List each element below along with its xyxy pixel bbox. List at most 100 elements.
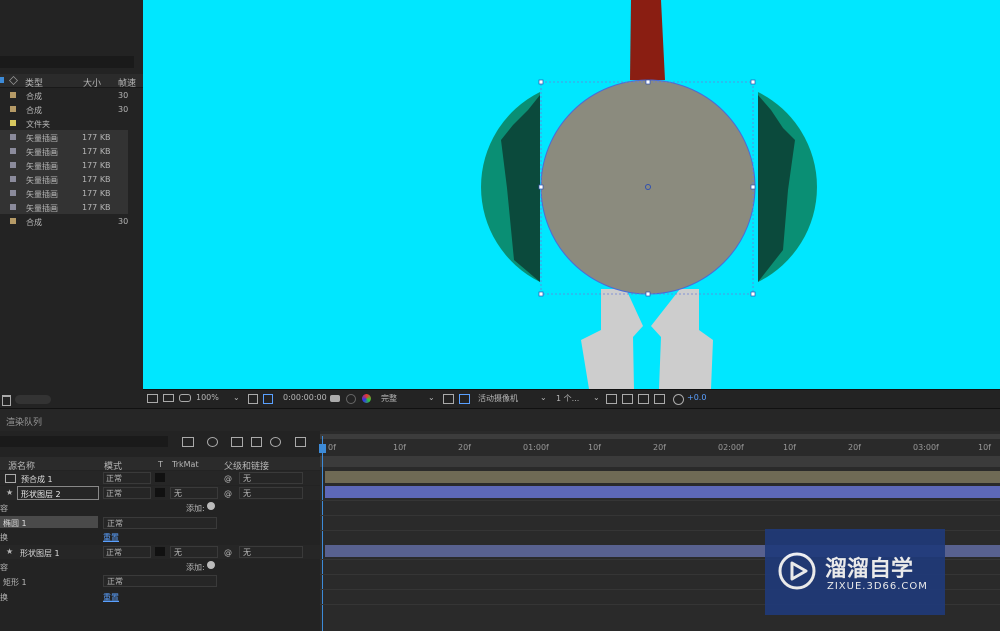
grid-guides-icon[interactable]	[248, 394, 258, 404]
layer-row[interactable]: 预合成 1 正常 @ 无	[0, 471, 320, 485]
label-color-swatch[interactable]	[10, 190, 16, 196]
always-preview-icon[interactable]	[147, 394, 158, 403]
blend-mode-dropdown[interactable]: 正常	[103, 546, 151, 558]
playhead-line[interactable]	[322, 436, 323, 631]
fast-draft-icon[interactable]	[622, 394, 633, 404]
label-color-swatch[interactable]	[10, 106, 16, 112]
bit-depth-button[interactable]	[15, 395, 51, 404]
column-trkmat[interactable]: TrkMat	[172, 460, 199, 469]
column-t[interactable]: T	[158, 460, 163, 469]
work-area-bar[interactable]	[320, 434, 1000, 439]
blend-mode-dropdown[interactable]: 正常	[103, 487, 151, 499]
add-label: 添加:	[186, 504, 205, 513]
project-item[interactable]: 合成 30	[0, 214, 128, 228]
project-item[interactable]: 矢量插画 177 KB	[0, 200, 128, 214]
exposure-reset-icon[interactable]	[673, 394, 684, 405]
view-layout-dropdown[interactable]: 1 个...	[556, 393, 579, 404]
composition-viewer[interactable]	[143, 0, 1000, 389]
trash-icon[interactable]	[2, 395, 11, 406]
monitor-icon[interactable]	[163, 394, 174, 402]
chevron-down-icon[interactable]: ⌄	[593, 393, 600, 402]
layer-bar-precomp[interactable]	[325, 471, 1000, 483]
trkmat-dropdown[interactable]: 无	[170, 487, 218, 499]
parent-dropdown[interactable]: 无	[239, 546, 303, 558]
pickwhip-icon[interactable]: @	[224, 489, 232, 498]
trkmat-dropdown[interactable]: 无	[170, 546, 218, 558]
layer-row[interactable]: ★ 形状图层 1 正常 无 @ 无	[0, 545, 320, 559]
label-color-swatch[interactable]	[10, 176, 16, 182]
right-leg-shape	[651, 289, 713, 389]
parent-dropdown[interactable]: 无	[239, 472, 303, 484]
project-item[interactable]: 矢量插画 177 KB	[0, 144, 128, 158]
timeline-icon[interactable]	[638, 394, 649, 404]
graph-editor-icon[interactable]	[295, 437, 306, 447]
label-color-swatch[interactable]	[10, 134, 16, 140]
project-item[interactable]: 矢量插画 177 KB	[0, 130, 128, 144]
project-item[interactable]: 文件夹	[0, 116, 128, 130]
project-item[interactable]: 合成 30	[0, 102, 128, 116]
pickwhip-icon[interactable]: @	[224, 474, 232, 483]
fast-previews-icon[interactable]	[443, 394, 454, 404]
label-color-swatch[interactable]	[10, 120, 16, 126]
draft-3d-icon[interactable]	[207, 437, 218, 447]
path-blend-dropdown[interactable]: 正常	[103, 575, 217, 587]
time-ruler[interactable]: 0f 10f 20f 01:00f 10f 20f 02:00f 10f 20f 03:00f 10…	[320, 441, 1000, 455]
color-channels-icon[interactable]	[362, 394, 371, 403]
project-item[interactable]: 矢量插画 177 KB	[0, 172, 128, 186]
preserve-transparency-box[interactable]	[155, 473, 165, 482]
pickwhip-icon[interactable]: @	[224, 548, 232, 557]
show-snapshot-icon[interactable]	[346, 394, 356, 404]
project-item[interactable]: 矢量插画 177 KB	[0, 158, 128, 172]
add-play-icon[interactable]	[207, 502, 215, 510]
motion-blur-icon[interactable]	[270, 437, 281, 447]
region-of-interest-icon[interactable]	[263, 394, 273, 404]
layer-row[interactable]: ★ 形状图层 2 正常 无 @ 无	[0, 486, 320, 500]
label-color-swatch[interactable]	[10, 148, 16, 154]
layer-bar-shape-2[interactable]	[325, 486, 1000, 498]
layer-name-field[interactable]: 形状图层 2	[17, 486, 99, 500]
composition-mini-flowchart-icon[interactable]	[182, 437, 194, 447]
blend-mode-dropdown[interactable]: 正常	[103, 472, 151, 484]
reset-link[interactable]: 重置	[103, 532, 119, 543]
chevron-down-icon[interactable]: ⌄	[428, 393, 435, 402]
tab-render-queue[interactable]: 渲染队列	[6, 415, 42, 428]
snapshot-camera-icon[interactable]	[330, 395, 340, 402]
label-color-swatch[interactable]	[10, 204, 16, 210]
layer-name[interactable]: 形状图层 1	[20, 548, 60, 559]
mask-visibility-icon[interactable]	[179, 394, 191, 402]
label-color-swatch[interactable]	[10, 218, 16, 224]
frame-blending-icon[interactable]	[251, 437, 262, 447]
project-item[interactable]: 矢量插画 177 KB	[0, 186, 128, 200]
label-tag-icon[interactable]	[9, 76, 18, 85]
shy-layers-icon[interactable]	[231, 437, 243, 447]
exposure-value[interactable]: +0.0	[687, 393, 706, 402]
current-timecode[interactable]: 0:00:00:00	[283, 393, 327, 402]
item-type: 矢量插画	[26, 176, 58, 185]
reset-link[interactable]: 重置	[103, 592, 119, 603]
layer-search-input[interactable]	[0, 436, 168, 447]
pixel-aspect-icon[interactable]	[606, 394, 617, 404]
parent-dropdown[interactable]: 无	[239, 487, 303, 499]
zoom-dropdown[interactable]: 100%	[196, 393, 219, 402]
playhead-handle[interactable]	[319, 444, 326, 453]
shape-star-icon: ★	[6, 488, 14, 497]
preserve-transparency-box[interactable]	[155, 488, 165, 497]
preserve-transparency-box[interactable]	[155, 547, 165, 556]
project-search-input[interactable]	[0, 56, 134, 68]
path-blend-dropdown[interactable]: 正常	[103, 517, 217, 529]
layer-name[interactable]: 预合成 1	[21, 474, 53, 485]
chevron-down-icon[interactable]: ⌄	[233, 393, 240, 402]
flowchart-icon[interactable]	[654, 394, 665, 404]
transparency-grid-icon[interactable]	[459, 394, 470, 404]
project-item[interactable]: 合成 30	[0, 88, 128, 102]
add-play-icon[interactable]	[207, 561, 215, 569]
label-color-swatch[interactable]	[10, 162, 16, 168]
layer-panel: 源名称 模式 T TrkMat 父级和链接 预合成 1 正常 @ 无 ★ 形状图…	[0, 451, 320, 631]
watermark: 溜溜自学 ZIXUE.3D66.COM	[765, 529, 945, 615]
path-row[interactable]: 椭圆 1	[0, 516, 98, 528]
camera-dropdown[interactable]: 活动摄像机	[478, 393, 518, 404]
path-row[interactable]: 矩形 1	[3, 577, 27, 588]
chevron-down-icon[interactable]: ⌄	[540, 393, 547, 402]
resolution-dropdown[interactable]: 完整	[381, 393, 397, 404]
label-color-swatch[interactable]	[10, 92, 16, 98]
